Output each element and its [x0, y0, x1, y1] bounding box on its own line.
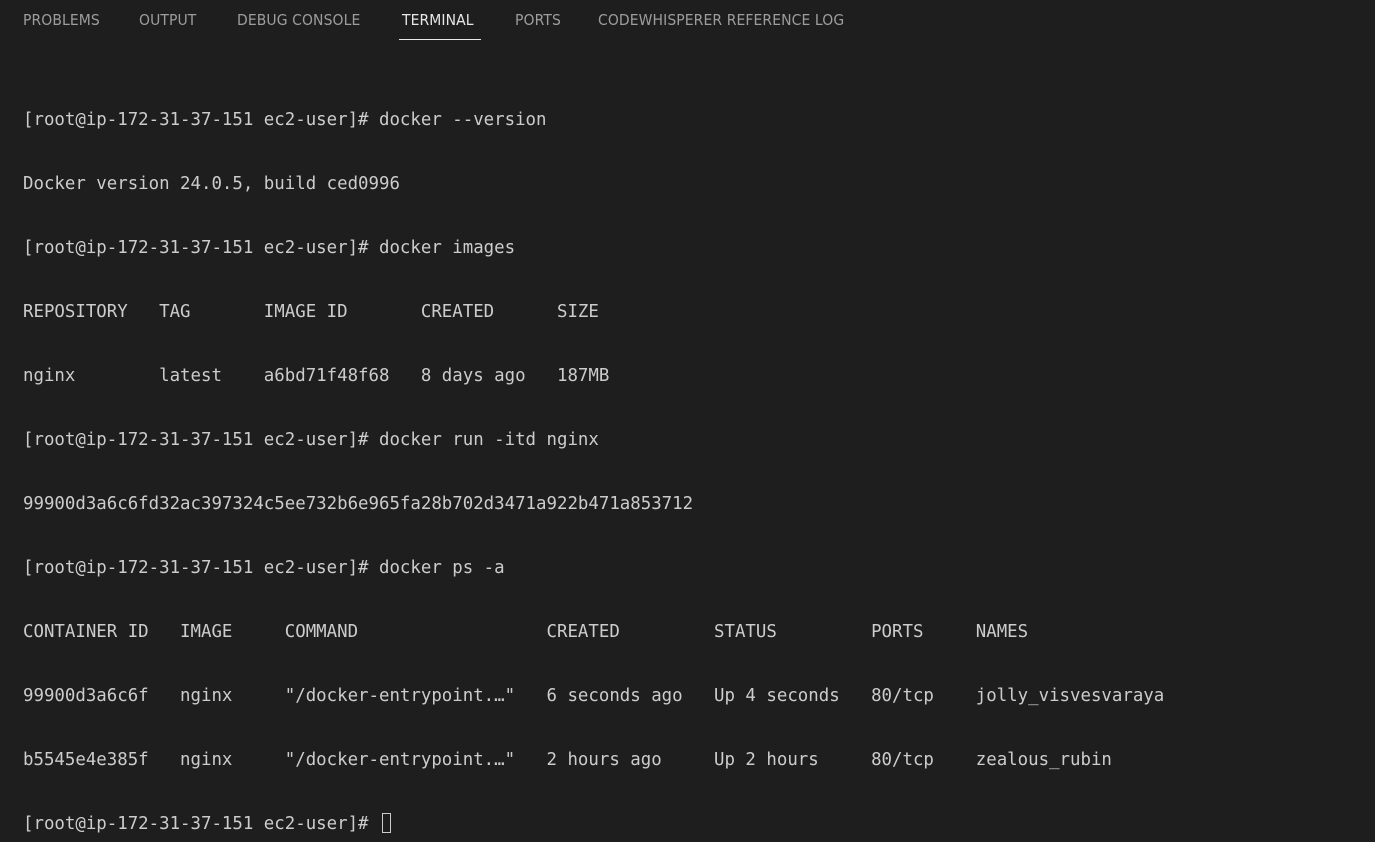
terminal-line: 99900d3a6c6fd32ac397324c5ee732b6e965fa28… [23, 494, 694, 514]
terminal-cursor [381, 813, 391, 833]
terminal-line: [root@ip-172-31-37-151 ec2-user]# docker… [23, 558, 505, 578]
terminal-line: [root@ip-172-31-37-151 ec2-user]# docker… [23, 238, 516, 258]
terminal-panel: PROBLEMS OUTPUT DEBUG CONSOLE TERMINAL P… [0, 0, 1375, 834]
panel-tab-bar: PROBLEMS OUTPUT DEBUG CONSOLE TERMINAL P… [0, 0, 1375, 42]
terminal-line: REPOSITORY TAG IMAGE ID CREATED SIZE [23, 302, 599, 322]
terminal-line: [root@ip-172-31-37-151 ec2-user]# docker… [23, 430, 599, 450]
tab-problems[interactable]: PROBLEMS [23, 0, 100, 40]
tab-debug-console[interactable]: DEBUG CONSOLE [237, 0, 360, 40]
terminal-line: Docker version 24.0.5, build ced0996 [23, 174, 400, 194]
terminal-line: 99900d3a6c6f nginx "/docker-entrypoint.…… [23, 686, 1165, 706]
terminal-prompt-line[interactable]: [root@ip-172-31-37-151 ec2-user]# [23, 812, 1363, 836]
terminal-line: nginx latest a6bd71f48f68 8 days ago 187… [23, 366, 610, 386]
tab-terminal[interactable]: TERMINAL [402, 0, 474, 40]
terminal-prompt: [root@ip-172-31-37-151 ec2-user]# [23, 814, 379, 834]
terminal-output[interactable]: [root@ip-172-31-37-151 ec2-user]# docker… [23, 68, 1363, 842]
terminal-line: [root@ip-172-31-37-151 ec2-user]# docker… [23, 110, 547, 130]
tab-output[interactable]: OUTPUT [139, 0, 196, 40]
tab-ports[interactable]: PORTS [515, 0, 561, 40]
tab-codewhisperer-reference-log[interactable]: CODEWHISPERER REFERENCE LOG [598, 0, 844, 40]
terminal-line: CONTAINER ID IMAGE COMMAND CREATED STATU… [23, 622, 1029, 642]
terminal-line: b5545e4e385f nginx "/docker-entrypoint.…… [23, 750, 1112, 770]
active-tab-indicator [399, 39, 481, 40]
